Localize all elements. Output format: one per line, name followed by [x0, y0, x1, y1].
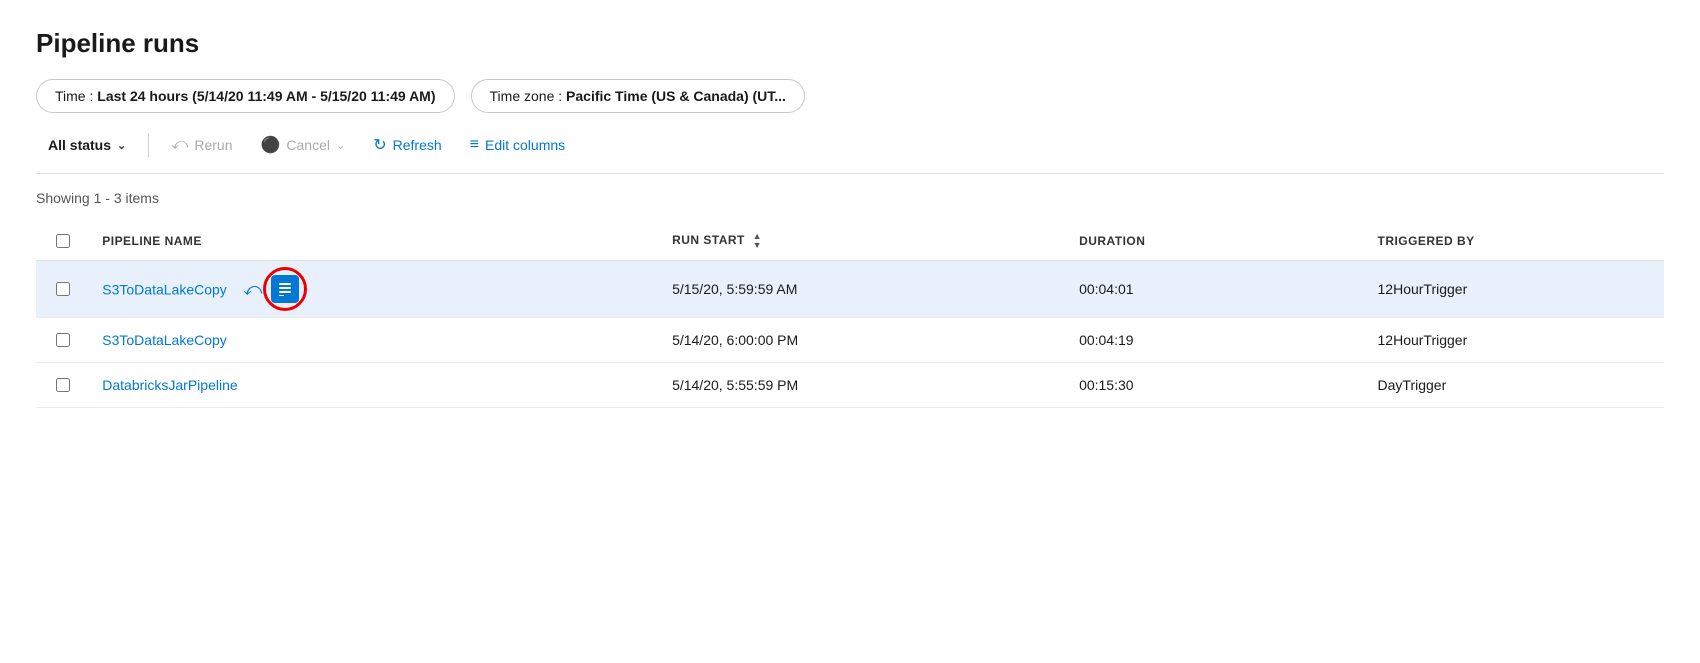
row-action-icons: ⤺	[239, 275, 299, 303]
view-runs-icon[interactable]	[271, 275, 299, 303]
toolbar-separator	[148, 133, 149, 157]
row-triggered-by-cell: 12HourTrigger	[1366, 318, 1664, 363]
col-run-start-label: RUN START	[672, 233, 745, 247]
row-run-start-cell: 5/14/20, 6:00:00 PM	[660, 318, 1067, 363]
cancel-button[interactable]: ⚫ Cancel ⌄	[248, 129, 357, 161]
table-header-row: PIPELINE NAME RUN START ▲ ▼ DURATION TRI…	[36, 222, 1664, 261]
time-filter-value: Last 24 hours (5/14/20 11:49 AM - 5/15/2…	[97, 88, 435, 104]
cancel-chevron-icon: ⌄	[336, 139, 345, 152]
row-duration-cell: 00:04:19	[1067, 318, 1365, 363]
row-checkbox[interactable]	[56, 378, 70, 392]
row-run-start-cell: 5/14/20, 5:55:59 PM	[660, 363, 1067, 408]
refresh-label: Refresh	[393, 137, 442, 153]
row-name-cell: S3ToDataLakeCopy ⤺	[90, 261, 660, 318]
rerun-label: Rerun	[194, 137, 232, 153]
timezone-filter-pill[interactable]: Time zone : Pacific Time (US & Canada) (…	[471, 79, 805, 113]
pipeline-runs-table: PIPELINE NAME RUN START ▲ ▼ DURATION TRI…	[36, 222, 1664, 408]
row-checkbox-cell	[36, 261, 90, 318]
page-title: Pipeline runs	[36, 28, 1664, 59]
edit-columns-label: Edit columns	[485, 137, 565, 153]
main-container: Pipeline runs Time : Last 24 hours (5/14…	[0, 0, 1700, 663]
col-triggered-by-label: TRIGGERED BY	[1378, 234, 1475, 248]
col-header-triggered-by: TRIGGERED BY	[1366, 222, 1664, 261]
time-filter-label: Time :	[55, 88, 97, 104]
rerun-icon: ⤺	[171, 136, 188, 154]
table-row: S3ToDataLakeCopy 5/14/20, 6:00:00 PM00:04…	[36, 318, 1664, 363]
sort-desc-icon: ▼	[753, 241, 762, 250]
rerun-button[interactable]: ⤺ Rerun	[159, 130, 244, 160]
col-header-duration: DURATION	[1067, 222, 1365, 261]
row-checkbox[interactable]	[56, 333, 70, 347]
row-triggered-by-cell: DayTrigger	[1366, 363, 1664, 408]
time-filter-pill[interactable]: Time : Last 24 hours (5/14/20 11:49 AM -…	[36, 79, 455, 113]
row-triggered-by-cell: 12HourTrigger	[1366, 261, 1664, 318]
edit-columns-icon: ≡	[470, 136, 479, 154]
showing-label: Showing 1 - 3 items	[36, 190, 1664, 206]
chevron-down-icon: ⌄	[117, 139, 126, 152]
cancel-icon: ⚫	[260, 135, 280, 155]
row-name-cell: DatabricksJarPipeline	[90, 363, 660, 408]
refresh-button[interactable]: ↻ Refresh	[361, 129, 453, 161]
select-all-checkbox[interactable]	[56, 234, 70, 248]
edit-columns-button[interactable]: ≡ Edit columns	[458, 130, 578, 160]
status-dropdown-label: All status	[48, 137, 111, 153]
cancel-label: Cancel	[286, 137, 330, 153]
table-row: DatabricksJarPipeline 5/14/20, 5:55:59 PM…	[36, 363, 1664, 408]
sort-icons: ▲ ▼	[753, 232, 762, 250]
col-duration-label: DURATION	[1079, 234, 1145, 248]
status-dropdown[interactable]: All status ⌄	[36, 131, 138, 159]
table-row: S3ToDataLakeCopy ⤺ 5/15/20, 5:59:59 AM00…	[36, 261, 1664, 318]
pipeline-link[interactable]: S3ToDataLakeCopy	[102, 332, 227, 348]
col-header-name: PIPELINE NAME	[90, 222, 660, 261]
row-run-start-cell: 5/15/20, 5:59:59 AM	[660, 261, 1067, 318]
col-name-label: PIPELINE NAME	[102, 234, 202, 248]
row-checkbox-cell	[36, 363, 90, 408]
row-checkbox[interactable]	[56, 282, 70, 296]
row-checkbox-cell	[36, 318, 90, 363]
pipeline-link[interactable]: DatabricksJarPipeline	[102, 377, 237, 393]
row-duration-cell: 00:04:01	[1067, 261, 1365, 318]
col-header-check	[36, 222, 90, 261]
row-name-cell: S3ToDataLakeCopy	[90, 318, 660, 363]
timezone-filter-value: Pacific Time (US & Canada) (UT...	[566, 88, 786, 104]
pipeline-link[interactable]: S3ToDataLakeCopy	[102, 282, 227, 298]
timezone-filter-label: Time zone :	[490, 88, 567, 104]
col-header-run-start[interactable]: RUN START ▲ ▼	[660, 222, 1067, 261]
row-duration-cell: 00:15:30	[1067, 363, 1365, 408]
filter-bar: Time : Last 24 hours (5/14/20 11:49 AM -…	[36, 79, 1664, 113]
toolbar: All status ⌄ ⤺ Rerun ⚫ Cancel ⌄ ↻ Refres…	[36, 129, 1664, 174]
refresh-icon: ↻	[373, 135, 386, 155]
